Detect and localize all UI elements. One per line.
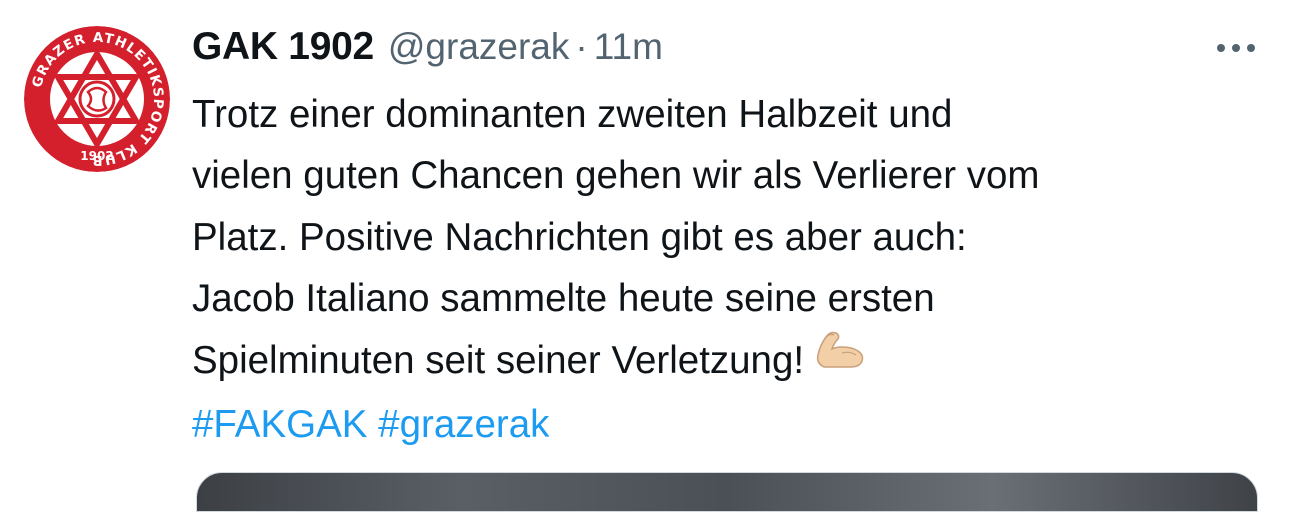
separator-dot: · — [575, 26, 588, 67]
hashtags: #FAKGAK #grazerak — [192, 394, 1262, 455]
svg-text:1902: 1902 — [80, 149, 113, 163]
display-name[interactable]: GAK 1902 — [192, 25, 374, 69]
tweet-text-line: Spielminuten seit seiner Verletzung! — [192, 338, 805, 382]
tweet[interactable]: GRAZER ATHLETIKSPORT KLUB 1902 GAK 1902 … — [0, 0, 1290, 512]
more-options-button[interactable] — [1208, 26, 1264, 70]
tweet-text-line-with-emoji: Spielminuten seit seiner Verletzung! — [192, 330, 1262, 394]
timestamp[interactable]: 11m — [594, 26, 663, 68]
tweet-text-line: Platz. Positive Nachrichten gibt es aber… — [192, 215, 967, 259]
tweet-header: GAK 1902 @grazerak · 11m — [192, 22, 663, 72]
hashtag-link[interactable]: #grazerak — [378, 403, 549, 446]
tweet-text: Trotz einer dominanten zweiten Halbzeit … — [192, 84, 1262, 455]
more-horizontal-icon — [1217, 44, 1255, 52]
user-handle[interactable]: @grazerak — [388, 26, 570, 68]
tweet-text-line: Trotz einer dominanten zweiten Halbzeit … — [192, 93, 953, 136]
hashtag-link[interactable]: #FAKGAK — [192, 403, 367, 446]
tweet-text-line: Jacob Italiano sammelte heute seine erst… — [192, 277, 935, 321]
gak-logo-icon: GRAZER ATHLETIKSPORT KLUB 1902 — [24, 26, 170, 172]
flexed-biceps-icon — [812, 327, 868, 389]
tweet-text-line: vielen guten Chancen gehen wir als Verli… — [192, 154, 1040, 198]
avatar[interactable]: GRAZER ATHLETIKSPORT KLUB 1902 — [24, 26, 170, 172]
media-preview[interactable] — [196, 472, 1258, 512]
